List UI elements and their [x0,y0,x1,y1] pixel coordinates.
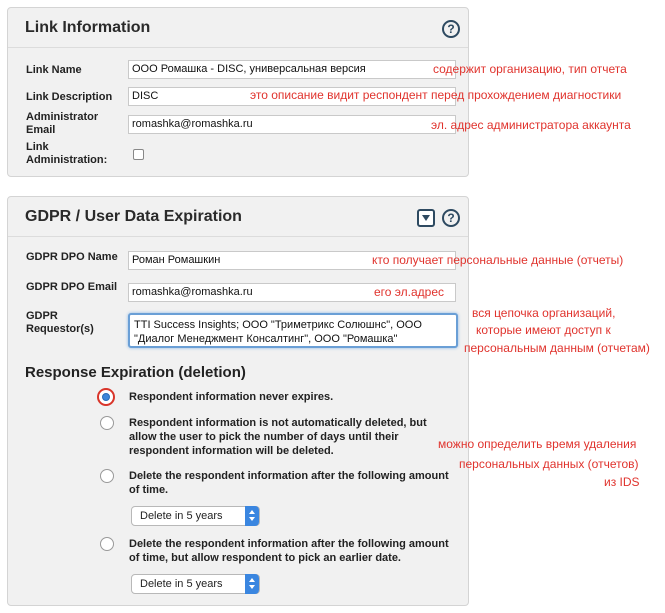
panel-title: Link Information [25,19,151,36]
option-delete-after-time-earlier-label: Delete the respondent information after … [129,538,449,564]
admin-email-input[interactable]: romashka@romashka.ru [128,115,456,134]
panel-header: Link Information ? [8,8,468,48]
select-value: Delete in 5 years [140,578,223,590]
note-requestor-line3: персональным данным (отчетам) [464,341,650,355]
panel-header: GDPR / User Data Expiration ? [8,197,468,237]
note-requestor-line2: которые имеют доступ к [476,323,611,337]
note-admin-email: эл. адрес администратора аккаунта [431,118,631,132]
requestor-label: GDPR Requestor(s) [26,310,94,335]
delete-period-select-2[interactable]: Delete in 5 years [131,574,260,594]
select-arrow-icon [245,574,259,594]
help-icon[interactable]: ? [442,20,460,38]
panel-title: GDPR / User Data Expiration [25,208,242,225]
link-name-label: Link Name [26,64,82,76]
option-user-picks-days-label: Respondent information is not automatica… [129,417,427,457]
note-dpo-email: его эл.адрес [374,285,445,299]
radio-user-picks-days[interactable] [100,416,114,430]
note-expiration-line2: персональных данных (отчетов) [459,457,639,471]
note-expiration-line1: можно определить время удаления [438,437,637,451]
link-description-label: Link Description [26,91,113,103]
note-dpo-name: кто получает персональные данные (отчеты… [372,253,624,267]
radio-never-expires[interactable] [97,388,115,406]
select-arrow-icon [245,506,259,526]
option-delete-after-time-label: Delete the respondent information after … [129,470,449,496]
requestor-textarea[interactable]: TTI Success Insights; ООО "Триметрикс Со… [128,313,458,348]
radio-delete-after-time-earlier[interactable] [100,537,114,551]
delete-period-select-1[interactable]: Delete in 5 years [131,506,260,526]
dpo-name-label: GDPR DPO Name [26,251,118,263]
note-requestor-line1: вся цепочка организаций, [472,306,616,320]
link-name-input[interactable]: ООО Ромашка - DISC, универсальная версия [128,60,456,79]
link-administration-label: Link Administration: [26,141,108,166]
admin-email-label: Administrator Email [26,111,99,136]
select-value: Delete in 5 years [140,510,223,522]
radio-delete-after-time[interactable] [100,469,114,483]
collapse-icon[interactable] [417,209,435,227]
note-link-name: содержит организацию, тип отчета [433,62,627,76]
note-link-description: это описание видит респондент перед прох… [250,88,622,102]
help-icon[interactable]: ? [442,209,460,227]
link-administration-checkbox[interactable] [133,149,144,160]
response-expiration-title: Response Expiration (deletion) [25,364,246,381]
dpo-email-label: GDPR DPO Email [26,281,118,293]
note-expiration-line3: из IDS [604,475,640,489]
option-never-expires-label: Respondent information never expires. [129,391,334,403]
